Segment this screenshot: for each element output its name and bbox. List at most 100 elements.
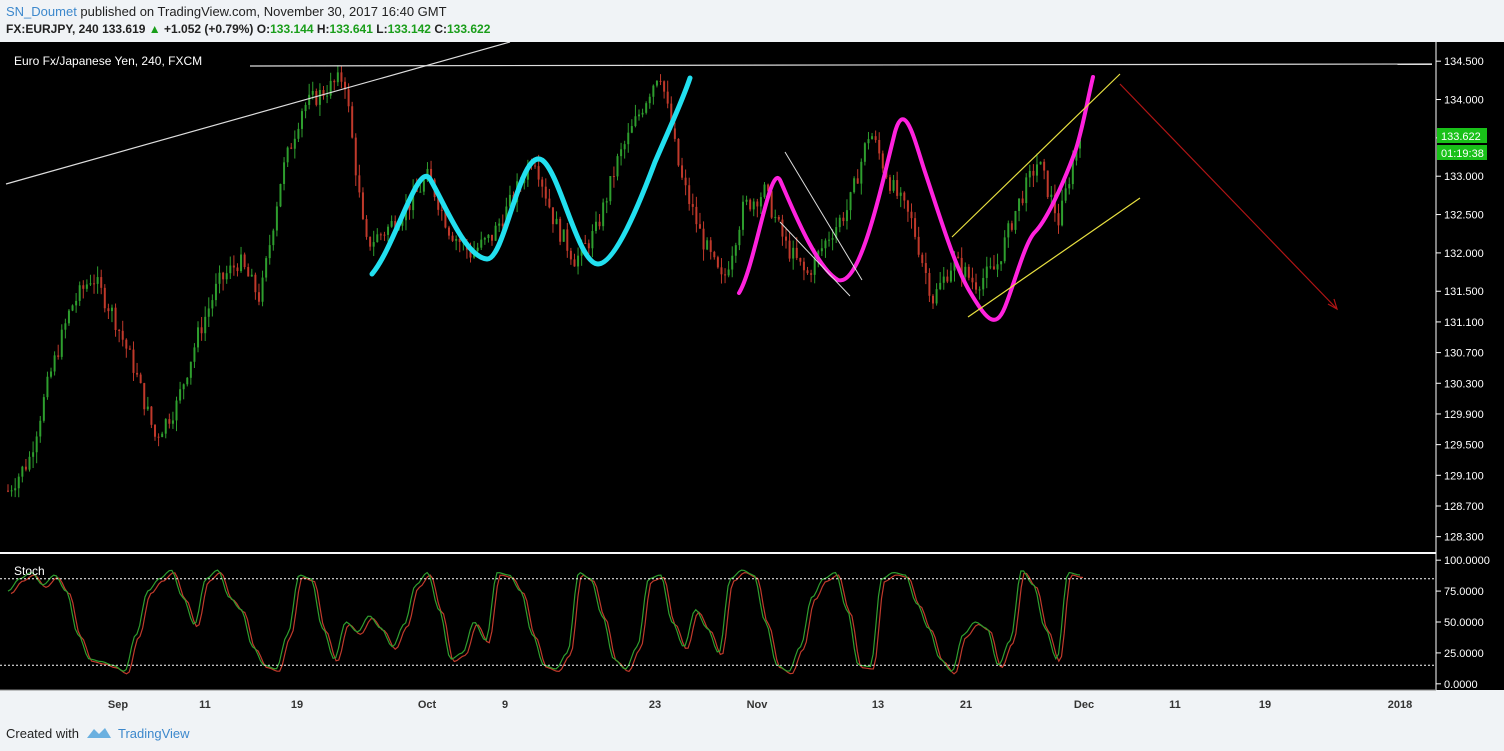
candle-body <box>293 138 296 149</box>
candle-body <box>695 206 698 225</box>
candle-body <box>143 383 146 410</box>
candle-body <box>1014 211 1017 230</box>
candle-body <box>738 229 741 246</box>
stoch-tick-label: 50.0000 <box>1444 617 1484 629</box>
candle-body <box>910 211 913 219</box>
y-tick-label: 131.500 <box>1444 286 1484 298</box>
candle-body <box>440 209 443 211</box>
close-value: 133.622 <box>447 22 491 36</box>
candle-body <box>964 266 967 277</box>
candle-body <box>222 272 225 280</box>
candle-body <box>146 406 149 410</box>
candle-body <box>290 147 293 149</box>
candle-body <box>616 156 619 177</box>
candle-body <box>85 284 88 289</box>
candle-body <box>806 270 809 274</box>
tradingview-logo-icon[interactable] <box>86 726 112 740</box>
candle-body <box>684 177 687 186</box>
candle-body <box>311 90 314 95</box>
author-link[interactable]: SN_Doumet <box>6 4 77 19</box>
stoch-tick-label: 25.0000 <box>1444 648 1484 660</box>
x-tick-label: 19 <box>291 699 303 711</box>
candle-body <box>57 355 60 357</box>
stoch-pane[interactable] <box>0 554 1436 690</box>
candle-body <box>365 219 368 237</box>
candle-body <box>265 258 268 278</box>
candle-body <box>268 245 271 259</box>
candle-body <box>652 85 655 97</box>
candle-body <box>645 103 648 113</box>
candle-body <box>785 236 788 241</box>
candle-body <box>878 139 881 154</box>
candle-body <box>272 230 275 246</box>
candle-body <box>1057 213 1060 226</box>
candle-body <box>229 265 232 274</box>
y-tick-label: 133.000 <box>1444 171 1484 183</box>
candle-body <box>634 116 637 127</box>
tradingview-link[interactable]: TradingView <box>118 726 190 741</box>
candle-body <box>548 198 551 208</box>
candle-body <box>283 162 286 184</box>
candle-body <box>641 112 644 115</box>
candle-body <box>1025 177 1028 204</box>
candle-body <box>566 229 569 251</box>
candle-body <box>491 234 494 241</box>
candle-body <box>896 180 899 196</box>
candle-body <box>42 397 45 421</box>
candle-body <box>942 276 945 283</box>
candle-body <box>838 217 841 228</box>
candle-body <box>139 374 142 384</box>
candle-body <box>358 175 361 193</box>
x-tick-label: Oct <box>418 699 437 711</box>
candle-body <box>308 94 311 105</box>
candle-body <box>799 257 802 262</box>
candle-body <box>67 310 70 324</box>
candle-body <box>698 224 701 229</box>
candle-body <box>300 111 303 129</box>
candle-body <box>888 177 891 191</box>
candle-body <box>153 424 156 437</box>
candle-body <box>724 274 727 276</box>
symbol-info: FX:EURJPY, 240 133.619 ▲ +1.052 (+0.79%)… <box>6 22 490 36</box>
x-tick-label: 23 <box>649 699 661 711</box>
candle-body <box>932 295 935 304</box>
candle-body <box>989 266 992 268</box>
candle-body <box>594 221 597 231</box>
candle-body <box>749 199 752 210</box>
candle-body <box>240 254 243 272</box>
price-chart[interactable]: 134.500134.000133.500133.000132.500132.0… <box>0 42 1504 712</box>
candle-body <box>494 225 497 241</box>
candle-body <box>93 283 96 285</box>
stoch-title: Stoch <box>14 564 45 578</box>
candle-body <box>232 265 235 268</box>
stoch-tick-label: 75.0000 <box>1444 586 1484 598</box>
candle-body <box>110 307 113 312</box>
candle-body <box>372 242 375 247</box>
candle-body <box>447 227 450 236</box>
candle-body <box>602 202 605 227</box>
candle-body <box>60 329 63 357</box>
candle-body <box>10 490 13 492</box>
candle-body <box>706 240 709 250</box>
candle-body <box>182 384 185 390</box>
candle-body <box>379 234 382 236</box>
candle-body <box>50 371 53 377</box>
candle-body <box>777 216 780 220</box>
candle-body <box>1000 261 1003 265</box>
candle-body <box>179 389 182 401</box>
candle-body <box>741 201 744 230</box>
candle-body <box>243 254 246 268</box>
candle-body <box>35 436 38 453</box>
candle-body <box>197 327 200 348</box>
candle-body <box>659 80 662 82</box>
candle-body <box>175 400 178 421</box>
publish-header: SN_Doumet published on TradingView.com, … <box>0 0 1504 42</box>
candle-body <box>1039 161 1042 165</box>
open-label: O: <box>256 22 271 36</box>
candle-body <box>860 161 863 184</box>
candle-body <box>161 433 164 438</box>
candle-body <box>200 327 203 334</box>
y-tick-label: 130.300 <box>1444 378 1484 390</box>
candle-body <box>304 104 307 112</box>
candle-body <box>584 243 587 245</box>
